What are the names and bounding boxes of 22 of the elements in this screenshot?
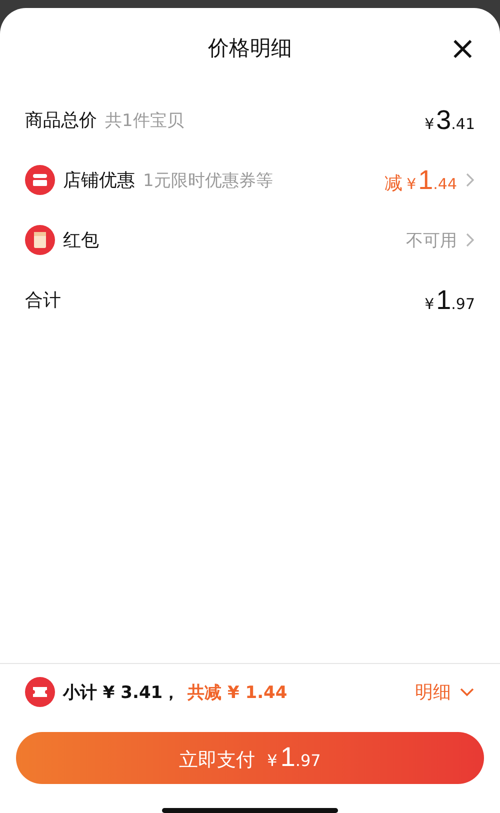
chevron-right-icon <box>465 232 475 248</box>
price: 减 ¥1.44 <box>384 164 457 196</box>
close-button[interactable]: × <box>445 30 480 66</box>
discount-text: 共减 ¥ 1.44 <box>188 682 288 704</box>
row-label: 店铺优惠 <box>63 169 135 192</box>
row-note: 1元限时优惠券等 <box>143 170 273 192</box>
price: ¥1.97 <box>424 284 475 316</box>
chevron-right-icon <box>465 172 475 188</box>
envelope-icon <box>25 225 55 255</box>
subtotal-text: 小计 ¥ 3.41， <box>63 682 180 704</box>
status-text: 不可用 <box>406 230 457 252</box>
chevron-down-icon <box>459 687 475 697</box>
shop-icon <box>25 165 55 195</box>
price: ¥3.41 <box>424 104 475 136</box>
sheet-title: 价格明细 <box>208 35 292 62</box>
row-label: 合计 <box>25 289 61 312</box>
details-toggle[interactable]: 明细 <box>415 680 475 704</box>
row-label: 红包 <box>63 229 99 252</box>
pay-button[interactable]: 立即支付 ¥1.97 <box>16 732 484 784</box>
row-label: 商品总价 <box>25 109 97 132</box>
coupon-icon <box>25 677 55 707</box>
row-note: 共1件宝贝 <box>105 110 184 132</box>
